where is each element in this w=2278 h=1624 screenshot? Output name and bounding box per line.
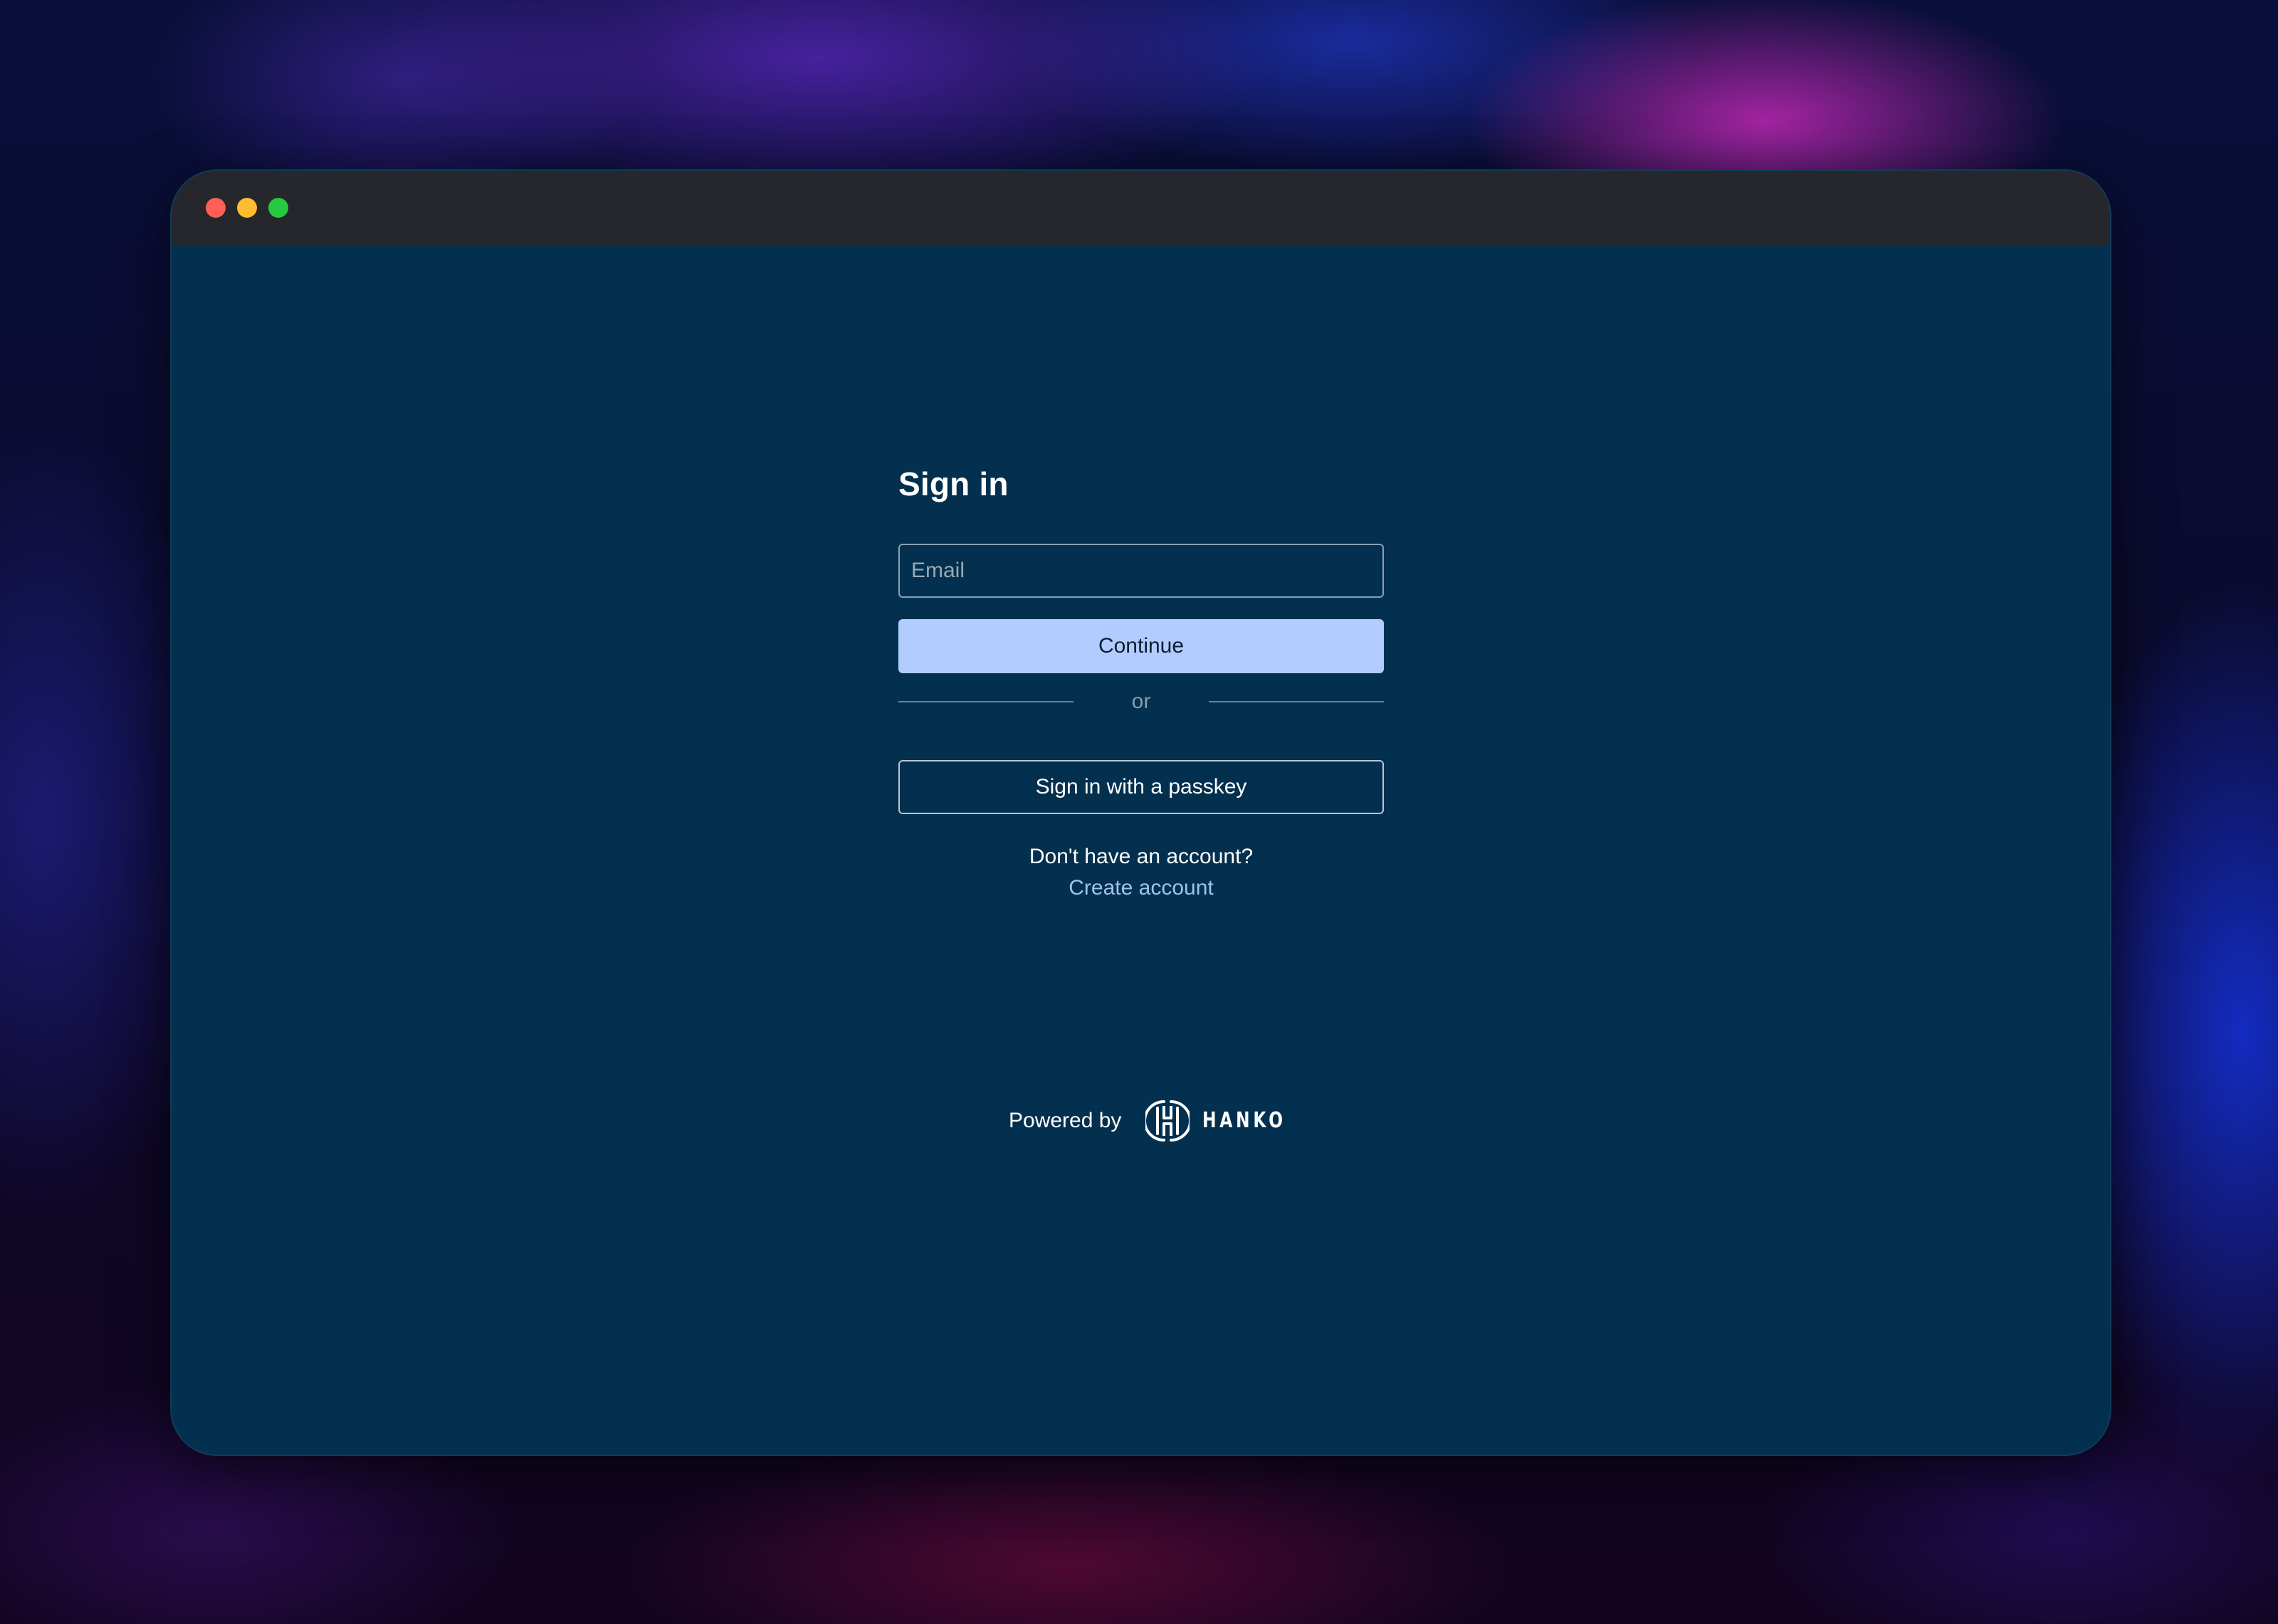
powered-by-footer: Powered by HANKO [1009, 1096, 1322, 1146]
maximize-window-button[interactable] [268, 198, 288, 218]
divider-line-right [1209, 701, 1384, 702]
window-titlebar [172, 171, 2110, 245]
continue-button[interactable]: Continue [898, 619, 1384, 673]
hanko-wordmark[interactable]: HANKO [1202, 1096, 1286, 1146]
page-title: Sign in [898, 465, 1009, 502]
no-account-text: Don't have an account? [1029, 845, 1254, 868]
browser-window: Sign in Continue or Sign in with a passk… [170, 169, 2111, 1456]
powered-by-label: Powered by [1009, 1109, 1122, 1132]
hanko-logo-icon[interactable] [1145, 1099, 1190, 1143]
create-account-link[interactable]: Create account [898, 872, 1384, 904]
email-input[interactable] [898, 544, 1384, 598]
minimize-window-button[interactable] [237, 198, 257, 218]
close-window-button[interactable] [206, 198, 226, 218]
or-divider: or [898, 686, 1384, 717]
passkey-sign-in-button[interactable]: Sign in with a passkey [898, 760, 1384, 814]
